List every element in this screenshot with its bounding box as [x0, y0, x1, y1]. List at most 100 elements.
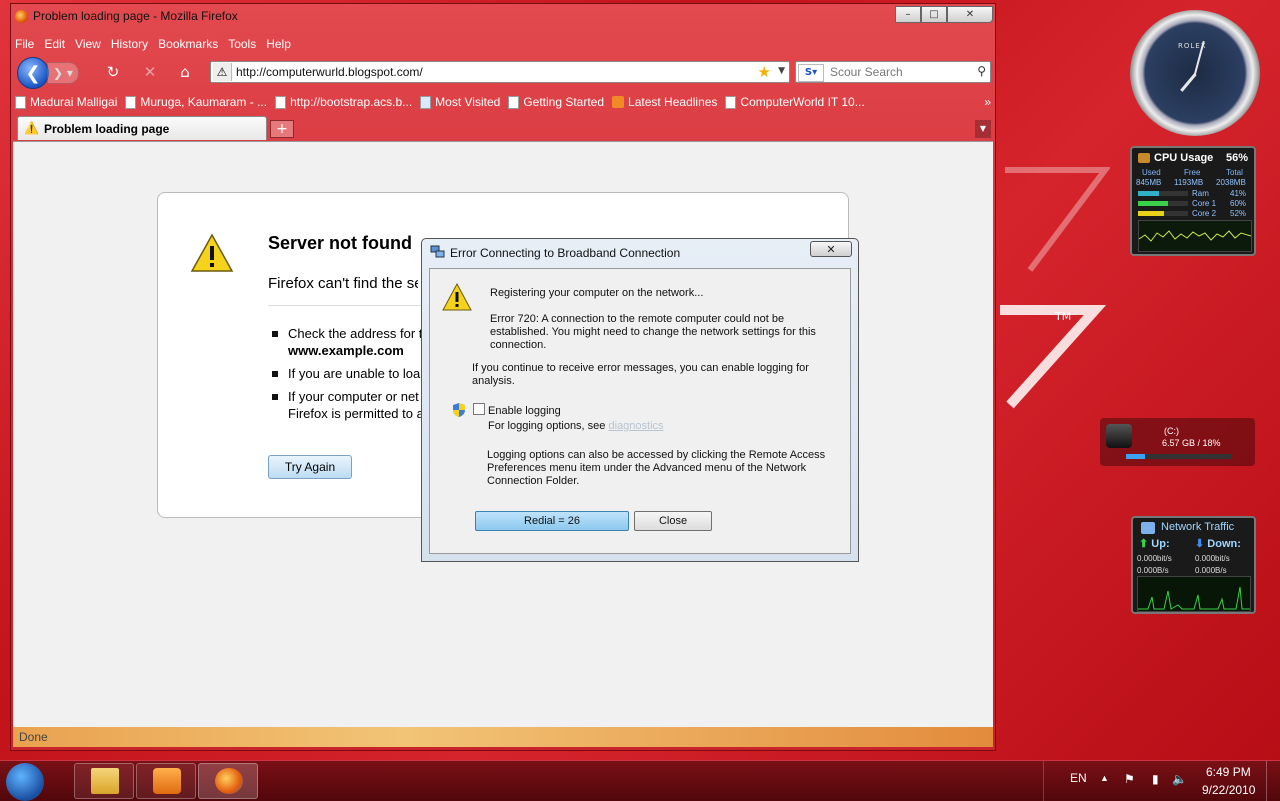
- search-placeholder[interactable]: Scour Search: [830, 65, 903, 79]
- menu-view[interactable]: View: [75, 37, 101, 51]
- free-value: 1193MB: [1174, 178, 1204, 187]
- used-value: 845MB: [1136, 178, 1162, 187]
- total-value: 2038MB: [1216, 178, 1246, 187]
- up-bytes: 0.000B/s: [1137, 566, 1169, 575]
- try-again-button[interactable]: Try Again: [268, 455, 352, 479]
- ram-bar-fill: [1138, 191, 1159, 196]
- cpu-history-graph: [1138, 220, 1252, 252]
- page-icon: [15, 95, 26, 109]
- tab-list-button[interactable]: ▼: [975, 120, 991, 138]
- warning-icon: ⚠️: [24, 121, 39, 135]
- minimize-button[interactable]: –: [895, 6, 921, 23]
- menu-file[interactable]: File: [15, 37, 34, 51]
- reload-icon[interactable]: ↻: [103, 63, 123, 81]
- show-desktop-button[interactable]: [1266, 761, 1280, 801]
- logging-options-text: For logging options, see diagnostics: [488, 420, 664, 433]
- ram-value: 41%: [1230, 189, 1247, 198]
- bookmark-label: Getting Started: [523, 95, 605, 109]
- menu-help[interactable]: Help: [266, 37, 291, 51]
- url-text[interactable]: http://computerwurld.blogspot.com/: [236, 65, 423, 79]
- taskbar-media-player-button[interactable]: [136, 763, 196, 799]
- error-dialog: Error Connecting to Broadband Connection…: [421, 238, 859, 562]
- bookmark-star-icon[interactable]: ★: [758, 63, 771, 81]
- clock-date[interactable]: 9/22/2010: [1202, 783, 1255, 797]
- free-label: Free: [1184, 168, 1201, 177]
- menu-history[interactable]: History: [111, 37, 148, 51]
- core2-value: 52%: [1230, 209, 1247, 218]
- start-button[interactable]: [6, 763, 44, 801]
- drive-meter-gadget[interactable]: (C:) 6.57 GB / 18%: [1100, 418, 1255, 466]
- warning-icon: [190, 233, 234, 272]
- url-dropdown-icon[interactable]: ▼: [778, 66, 785, 76]
- maximize-button[interactable]: □: [921, 6, 947, 23]
- bookmark-item[interactable]: Madurai Malligai: [15, 93, 117, 111]
- bookmark-item[interactable]: http://bootstrap.acs.b...: [275, 93, 412, 111]
- drive-usage-fill: [1126, 454, 1145, 459]
- logging-info-text: Logging options can also be accessed by …: [487, 449, 826, 487]
- bookmark-item[interactable]: Latest Headlines: [612, 93, 717, 111]
- battery-icon[interactable]: ▮: [1152, 772, 1159, 786]
- search-icon[interactable]: ⚲: [977, 64, 986, 78]
- action-center-flag-icon[interactable]: ⚑: [1124, 772, 1135, 786]
- tab-problem-loading[interactable]: ⚠️ Problem loading page: [17, 116, 267, 140]
- dialog-title: Error Connecting to Broadband Connection: [450, 246, 681, 260]
- used-label: Used: [1142, 168, 1161, 177]
- core1-value: 60%: [1230, 199, 1247, 208]
- network-traffic-gadget[interactable]: Network Traffic ⬆ Up: ⬇ Down: 0.000bit/s…: [1131, 516, 1256, 614]
- taskbar-firefox-button[interactable]: [198, 763, 258, 799]
- bookmark-label: ComputerWorld IT 10...: [740, 95, 865, 109]
- forward-button[interactable]: ❯ ▾: [47, 62, 79, 84]
- bookmark-item[interactable]: Getting Started: [508, 93, 604, 111]
- ram-label: Ram: [1192, 189, 1209, 198]
- stop-icon[interactable]: ✕: [140, 63, 160, 81]
- home-icon[interactable]: ⌂: [175, 63, 195, 81]
- caption-buttons: – □ ✕: [895, 6, 993, 23]
- diagnostics-link[interactable]: diagnostics: [608, 420, 663, 432]
- continue-text: If you continue to receive error message…: [472, 362, 809, 387]
- navigation-toolbar: ❮ ❯ ▾ ↻ ✕ ⌂ ⚠ http://computerwurld.blogs…: [15, 56, 991, 89]
- cpu-percent: 56%: [1225, 152, 1248, 164]
- close-button[interactable]: Close: [634, 511, 712, 531]
- network-icon: [1141, 522, 1155, 534]
- forward-arrow-icon: ❯ ▾: [53, 66, 73, 80]
- enable-logging-label[interactable]: Enable logging: [488, 405, 561, 418]
- redial-button[interactable]: Redial = 26: [475, 511, 629, 531]
- taskbar: EN ▲ ⚑ ▮ 🔈 6:49 PM 9/22/2010: [0, 760, 1280, 801]
- rss-icon: [612, 96, 625, 108]
- warning-icon: [442, 283, 472, 311]
- enable-logging-checkbox[interactable]: [473, 403, 485, 415]
- core2-bar: [1138, 211, 1188, 216]
- bookmark-item[interactable]: Most Visited: [420, 93, 500, 111]
- new-tab-button[interactable]: +: [270, 120, 294, 138]
- windows-7-logo: [1000, 167, 1110, 409]
- core2-label: Core 2: [1192, 209, 1217, 218]
- cpu-usage-gadget[interactable]: CPU Usage 56% Used Free Total 845MB 1193…: [1130, 146, 1256, 256]
- search-engine-icon[interactable]: S▾: [798, 64, 824, 82]
- menu-edit[interactable]: Edit: [44, 37, 65, 51]
- url-bar[interactable]: ⚠ http://computerwurld.blogspot.com/ ★ ▼: [210, 61, 790, 83]
- registering-text: Registering your computer on the network…: [490, 287, 704, 299]
- bookmark-item[interactable]: ComputerWorld IT 10...: [725, 93, 865, 111]
- taskbar-explorer-button[interactable]: [74, 763, 134, 799]
- menu-bookmarks[interactable]: Bookmarks: [158, 37, 218, 51]
- network-title: Network Traffic: [1161, 521, 1235, 533]
- close-window-button[interactable]: ✕: [947, 6, 993, 23]
- network-history-graph: [1137, 576, 1251, 612]
- show-hidden-icons-icon[interactable]: ▲: [1100, 773, 1109, 783]
- hard-drive-icon: [1106, 424, 1132, 448]
- site-warning-icon: ⚠: [213, 63, 232, 81]
- volume-icon[interactable]: 🔈: [1172, 772, 1187, 786]
- down-bits: 0.000bit/s: [1195, 554, 1230, 563]
- language-indicator[interactable]: EN: [1070, 771, 1087, 785]
- download-label: ⬇ Down:: [1195, 538, 1241, 550]
- system-tray: EN ▲ ⚑ ▮ 🔈 6:49 PM 9/22/2010: [1043, 761, 1280, 801]
- back-button[interactable]: ❮: [17, 57, 49, 89]
- search-bar[interactable]: S▾ Scour Search ⚲: [795, 61, 991, 83]
- clock-time[interactable]: 6:49 PM: [1206, 765, 1251, 779]
- bookmarks-overflow-button[interactable]: »: [984, 93, 991, 111]
- bookmark-item[interactable]: Muruga, Kaumaram - ...: [125, 93, 267, 111]
- core1-bar: [1138, 201, 1188, 206]
- menu-tools[interactable]: Tools: [228, 37, 256, 51]
- dialog-close-button[interactable]: ✕: [810, 241, 852, 257]
- logging-options-label: For logging options, see: [488, 420, 606, 432]
